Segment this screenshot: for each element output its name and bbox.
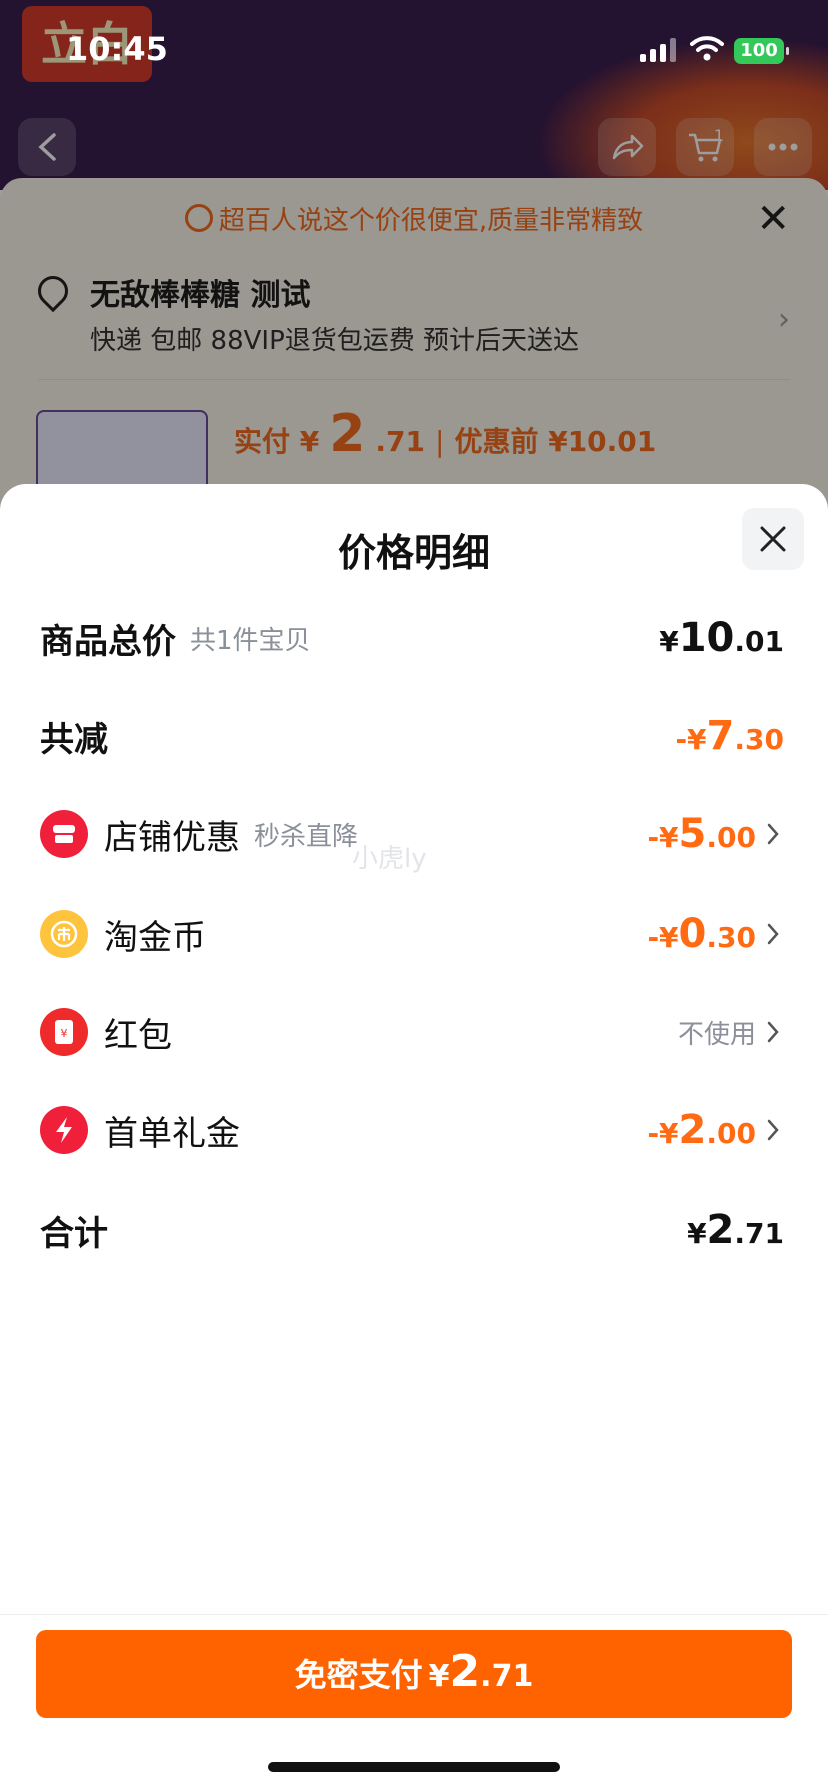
- total-price-label: 商品总价: [40, 621, 176, 662]
- red-packet-value: 不使用: [677, 1019, 756, 1050]
- total-price-value: ¥10.01: [659, 615, 784, 661]
- sum-value: ¥2.71: [687, 1207, 784, 1253]
- total-discount-label: 共减: [40, 719, 108, 760]
- taojinbi-value: -¥ 0.30: [647, 911, 756, 957]
- chevron-right-icon: [762, 1020, 784, 1044]
- watermark: 小虎ly: [352, 844, 427, 874]
- signal-icon: [640, 38, 676, 62]
- battery-icon: 100: [734, 38, 789, 64]
- item-count: 共1件宝贝: [190, 625, 311, 656]
- total-price-row: 商品总价 共1件宝贝 ¥10.01: [40, 608, 784, 668]
- price-detail-sheet: 价格明细 商品总价 共1件宝贝 ¥10.01 共减 -¥ 7.30 店铺优惠 秒杀…: [0, 484, 828, 1792]
- footer-divider: [0, 1614, 828, 1615]
- shop-discount-value: -¥ 5.00: [647, 811, 756, 857]
- svg-text:¥: ¥: [61, 1027, 68, 1040]
- shop-discount-label: 店铺优惠: [104, 817, 240, 858]
- taojinbi-row[interactable]: 淘金币 -¥ 0.30: [40, 904, 784, 964]
- sheet-title: 价格明细: [337, 531, 490, 575]
- total-discount-row: 共减 -¥ 7.30: [40, 706, 784, 766]
- wifi-icon: [690, 36, 724, 61]
- first-order-gift-label: 首单礼金: [104, 1113, 240, 1154]
- password-free-pay-button[interactable]: 免密支付 ¥2.71: [36, 1630, 792, 1718]
- first-order-gift-row[interactable]: 首单礼金 -¥ 2.00: [40, 1100, 784, 1160]
- chevron-right-icon: [762, 1118, 784, 1142]
- shop-discount-sub: 秒杀直降: [254, 821, 359, 852]
- red-packet-label: 红包: [104, 1015, 172, 1056]
- red-packet-icon: ¥: [40, 1008, 88, 1056]
- chevron-right-icon: [762, 822, 784, 846]
- first-order-gift-value: -¥ 2.00: [647, 1107, 756, 1153]
- pay-button-label: 免密支付: [294, 1656, 423, 1694]
- shop-icon: [40, 810, 88, 858]
- chevron-right-icon: [762, 922, 784, 946]
- close-icon: [760, 526, 786, 552]
- coin-icon: [40, 910, 88, 958]
- sum-row: 合计 ¥2.71: [40, 1200, 784, 1260]
- red-packet-row[interactable]: ¥ 红包 不使用: [40, 1002, 784, 1062]
- status-time: 10:45: [66, 30, 168, 68]
- sum-label: 合计: [40, 1213, 108, 1254]
- home-indicator[interactable]: [268, 1762, 560, 1772]
- sheet-close-button[interactable]: [742, 508, 804, 570]
- taojinbi-label: 淘金币: [104, 917, 206, 958]
- total-discount-value: -¥ 7.30: [675, 713, 784, 759]
- bolt-icon: [40, 1106, 88, 1154]
- status-bar: 10:45 100: [0, 0, 828, 100]
